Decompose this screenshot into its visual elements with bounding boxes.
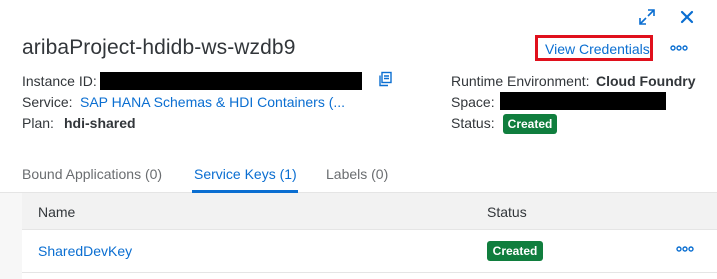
page-title: aribaProject-hdidb-ws-wzdb9	[22, 36, 296, 59]
runtime-environment-label: Runtime Environment:	[451, 73, 590, 89]
plan-label: Plan:	[22, 115, 54, 131]
table-row[interactable]: SharedDevKey Created	[22, 230, 717, 273]
column-header-status: Status	[487, 204, 527, 220]
instance-id-value	[100, 72, 362, 90]
service-link[interactable]: SAP HANA Schemas & HDI Containers (...	[80, 94, 345, 110]
plan-value: hdi-shared	[64, 115, 136, 131]
status-label: Status:	[451, 115, 495, 131]
more-icon[interactable]	[669, 44, 689, 52]
detail-header: aribaProject-hdidb-ws-wzdb9 View Credent…	[0, 0, 717, 193]
status-badge: Created	[503, 114, 557, 134]
space-value	[500, 92, 666, 110]
view-credentials-button[interactable]: View Credentials	[535, 35, 653, 61]
copy-icon[interactable]	[377, 71, 393, 87]
instance-id-label: Instance ID:	[22, 73, 97, 89]
expand-icon[interactable]	[638, 8, 656, 26]
runtime-environment-value: Cloud Foundry	[596, 73, 696, 89]
close-icon[interactable]	[678, 8, 696, 26]
tab-labels[interactable]: Labels (0)	[326, 166, 388, 182]
service-keys-panel: Name Status SharedDevKey Created	[0, 193, 717, 279]
service-label: Service:	[22, 94, 73, 110]
tab-bound-applications[interactable]: Bound Applications (0)	[22, 166, 162, 182]
service-key-name-link[interactable]: SharedDevKey	[38, 243, 132, 259]
status-badge: Created	[487, 241, 543, 261]
space-label: Space:	[451, 94, 495, 110]
tab-bar: Bound Applications (0) Service Keys (1) …	[0, 152, 717, 193]
table-header: Name Status	[22, 193, 717, 230]
tab-service-keys[interactable]: Service Keys (1)	[194, 166, 297, 182]
view-credentials-label: View Credentials	[545, 41, 650, 57]
service-keys-table: Name Status SharedDevKey Created	[22, 193, 717, 279]
more-icon[interactable]	[675, 245, 695, 253]
column-header-name: Name	[38, 204, 76, 220]
